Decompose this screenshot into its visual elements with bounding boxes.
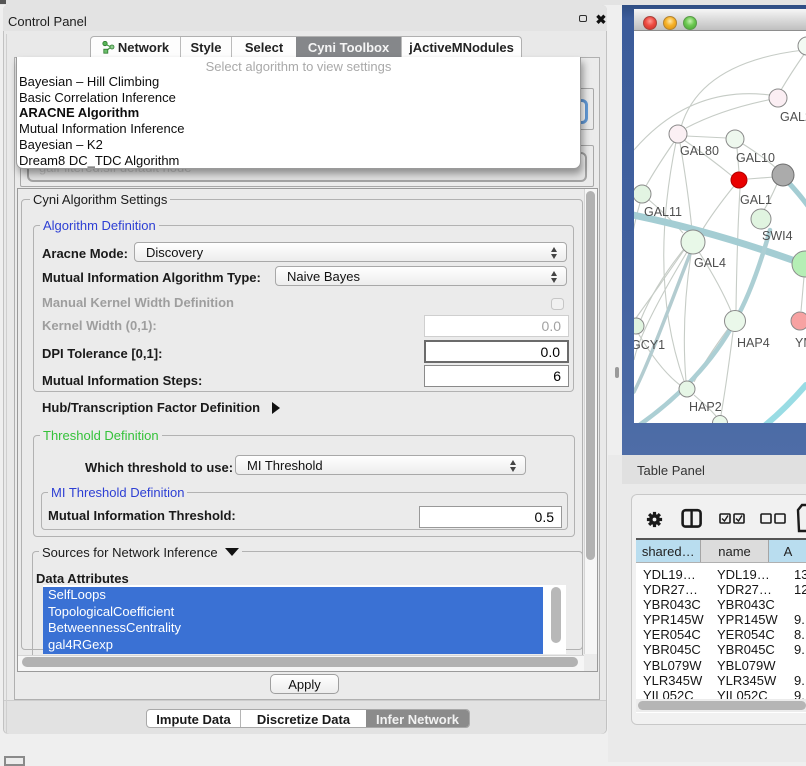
svg-text:GAL10: GAL10 xyxy=(736,151,775,165)
svg-text:GAL4: GAL4 xyxy=(694,256,726,270)
svg-text:GAL1: GAL1 xyxy=(740,193,772,207)
svg-text:HAP2: HAP2 xyxy=(689,400,722,414)
svg-text:GAL2: GAL2 xyxy=(780,110,806,124)
svg-text:GAL11: GAL11 xyxy=(644,205,682,219)
svg-text:YM: YM xyxy=(795,336,806,350)
svg-text:GCY1: GCY1 xyxy=(634,338,665,352)
svg-text:HAP4: HAP4 xyxy=(737,336,770,350)
svg-text:SWI4: SWI4 xyxy=(762,229,793,243)
svg-text:GAL80: GAL80 xyxy=(680,144,719,158)
